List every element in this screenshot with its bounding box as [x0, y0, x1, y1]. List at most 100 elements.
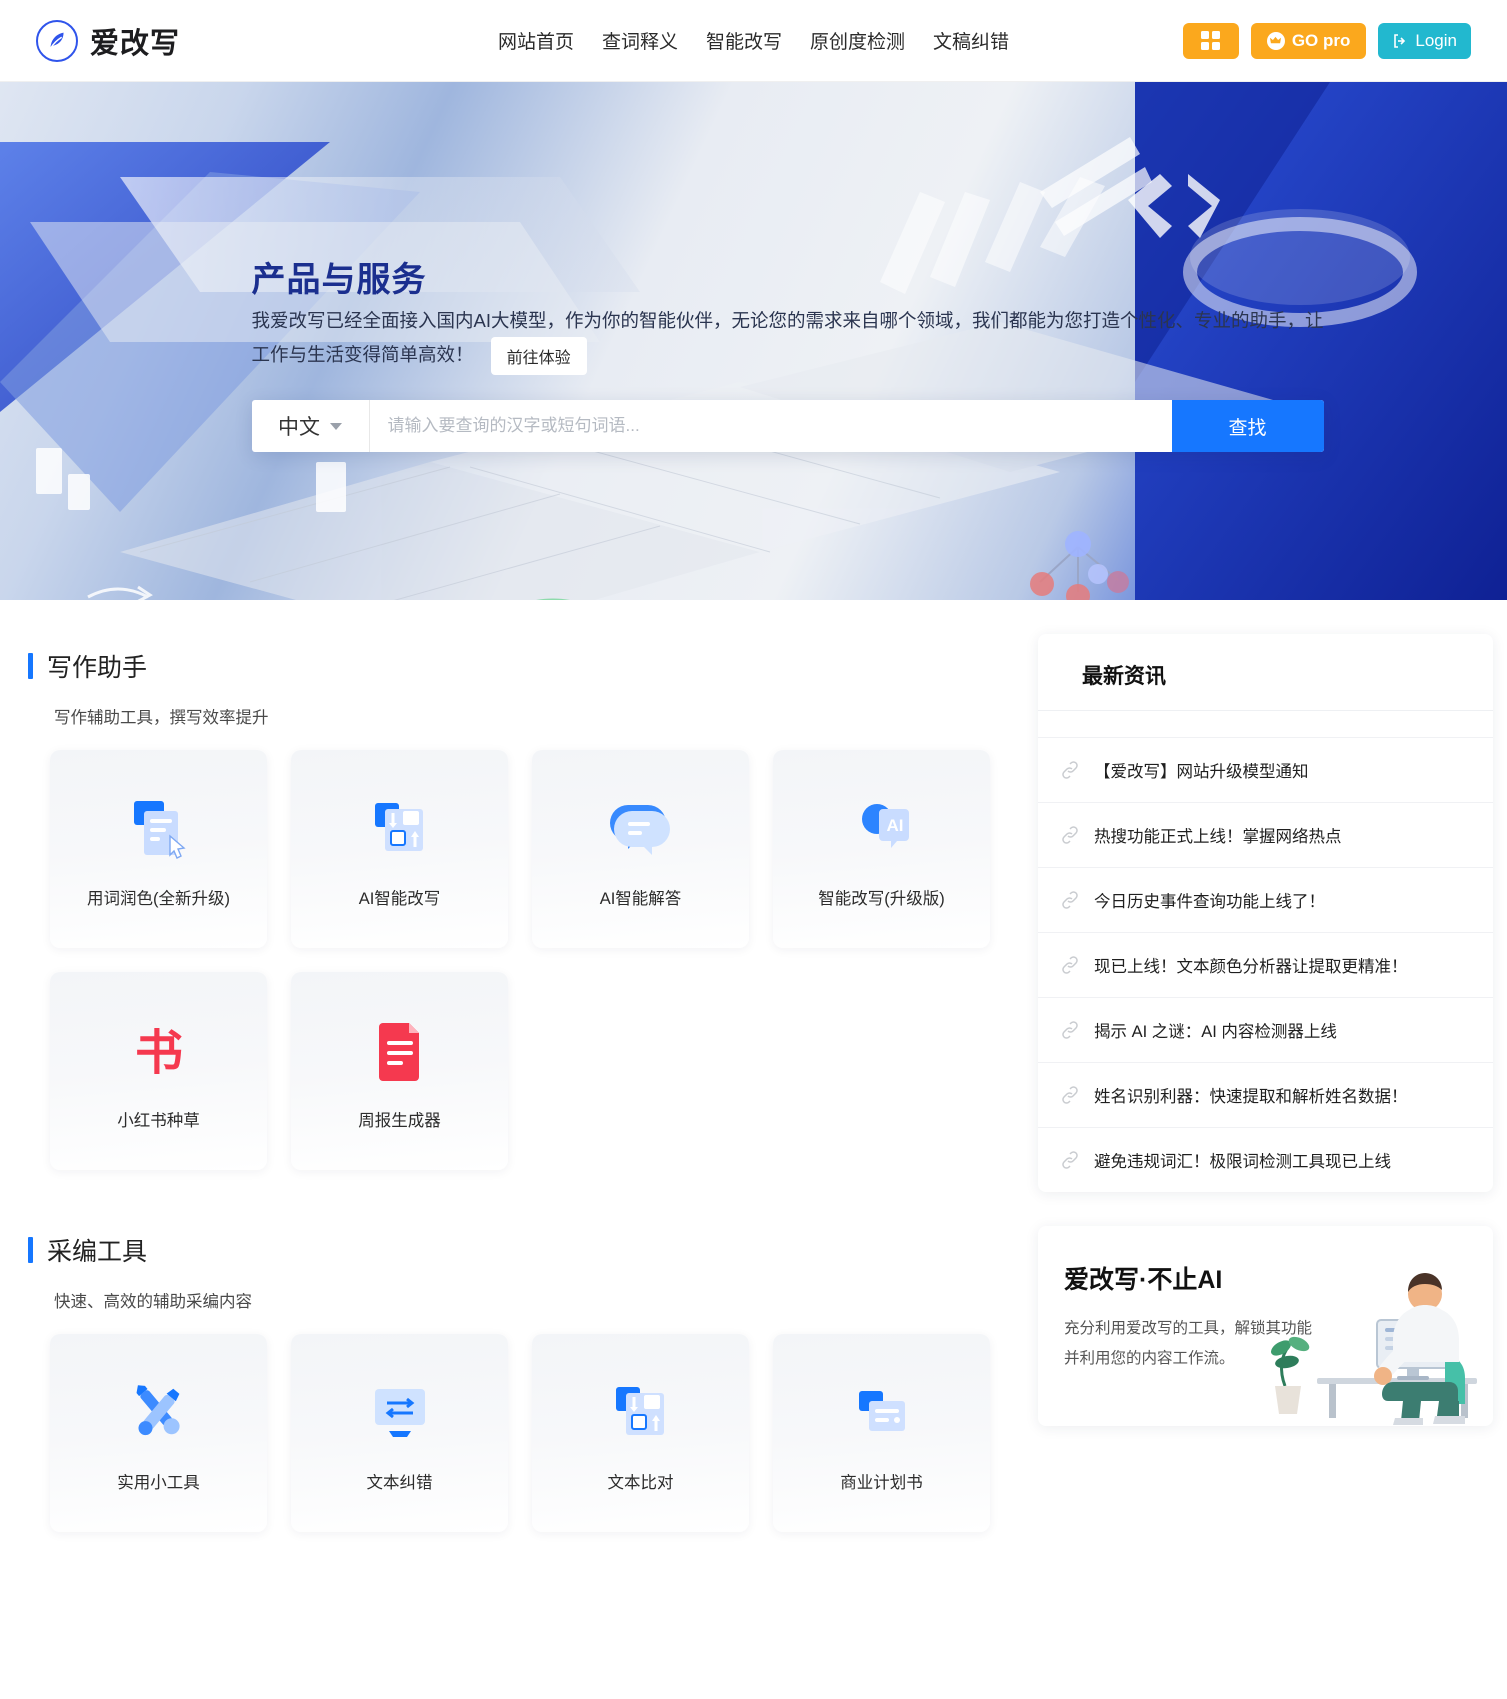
news-item-label: 热搜功能正式上线！掌握网络热点	[1094, 828, 1342, 846]
person-at-desk-illustration	[1257, 1236, 1487, 1426]
card-grid-writing: 用词润色(全新升级) AI智能改写 AI智能解答 AI 智能改写(升级版) 书 …	[50, 750, 1004, 1170]
news-panel: 最新资讯 【爱改写】网站升级模型通知 热搜功能正式上线！掌握网络热点 今日历史事…	[1038, 634, 1493, 1192]
section-subtitle-editing: 快速、高效的辅助采编内容	[54, 1293, 252, 1311]
go-pro-label: GO pro	[1291, 30, 1351, 50]
monitor-swap-icon	[361, 1373, 439, 1451]
news-item-label: 姓名识别利器：快速提取和解析姓名数据！	[1094, 1088, 1408, 1106]
link-chain-icon	[1060, 890, 1080, 910]
news-item-label: 揭示 AI 之谜：AI 内容检测器上线	[1094, 1023, 1337, 1041]
tool-card-label: 文本比对	[607, 1474, 674, 1492]
tool-card-text-correction[interactable]: 文本纠错	[291, 1334, 508, 1532]
search-input[interactable]	[369, 400, 1172, 452]
section-header-writing: 写作助手	[28, 648, 1004, 684]
link-chain-icon	[1060, 1020, 1080, 1040]
section-accent-bar	[28, 1237, 33, 1263]
news-item[interactable]: 避免违规词汇！极限词检测工具现已上线	[1038, 1127, 1493, 1192]
search-button[interactable]: 查找	[1171, 400, 1324, 452]
tool-card-utilities[interactable]: 实用小工具	[50, 1334, 267, 1532]
report-document-icon	[361, 1011, 439, 1089]
nav-item-proofread[interactable]: 文稿纠错	[933, 27, 1009, 54]
hero-description: 我爱改写已经全面接入国内AI大模型，作为你的智能伙伴，无论您的需求来自哪个领域，…	[251, 310, 1324, 365]
news-panel-title: 最新资讯	[1038, 634, 1493, 711]
apps-grid-button[interactable]	[1182, 22, 1239, 59]
site-header: 爱改写 网站首页 查词释义 智能改写 原创度检测 文稿纠错 GO pro Log…	[0, 0, 1507, 82]
news-panel-spacer	[1038, 711, 1493, 737]
promo-card[interactable]: 爱改写·不止AI 充分利用爱改写的工具，解锁其功能并利用您的内容工作流。	[1038, 1226, 1493, 1426]
chat-bubble-icon	[602, 789, 680, 867]
tool-card-ai-rewrite-pro[interactable]: AI 智能改写(升级版)	[773, 750, 990, 948]
tool-card-label: 实用小工具	[117, 1474, 200, 1492]
news-item[interactable]: 热搜功能正式上线！掌握网络热点	[1038, 802, 1493, 867]
tool-card-weekly-report[interactable]: 周报生成器	[291, 972, 508, 1170]
section-accent-bar	[28, 653, 33, 679]
news-item-label: 今日历史事件查询功能上线了！	[1094, 893, 1325, 911]
go-pro-button[interactable]: GO pro	[1250, 22, 1367, 59]
hero-content: 产品与服务 我爱改写已经全面接入国内AI大模型，作为你的智能伙伴，无论您的需求来…	[104, 82, 1404, 600]
hero-search-bar: 中文 查找	[251, 400, 1324, 452]
nav-item-rewrite[interactable]: 智能改写	[706, 27, 782, 54]
page-body: 写作助手 写作辅助工具，撰写效率提升 用词润色(全新升级) AI智能改写 AI智…	[0, 600, 1507, 1582]
xiaohongshu-book-icon: 书	[120, 1011, 198, 1089]
rewrite-arrows-icon	[361, 789, 439, 867]
news-item-label: 【爱改写】网站升级模型通知	[1094, 763, 1309, 781]
tool-card-business-plan[interactable]: 商业计划书	[773, 1334, 990, 1532]
section-title-writing: 写作助手	[47, 654, 148, 682]
news-item[interactable]: 今日历史事件查询功能上线了！	[1038, 867, 1493, 932]
nav-item-originality[interactable]: 原创度检测	[810, 27, 905, 54]
hero-banner: 产品与服务 我爱改写已经全面接入国内AI大模型，作为你的智能伙伴，无论您的需求来…	[0, 82, 1507, 600]
login-arrow-icon	[1394, 33, 1406, 48]
tool-card-polish[interactable]: 用词润色(全新升级)	[50, 750, 267, 948]
hero-title: 产品与服务	[251, 261, 427, 299]
link-chain-icon	[1060, 760, 1080, 780]
section-subtitle-writing: 写作辅助工具，撰写效率提升	[54, 709, 269, 727]
link-chain-icon	[1060, 955, 1080, 975]
crown-icon	[1266, 31, 1285, 50]
link-chain-icon	[1060, 1150, 1080, 1170]
hero-cta-button[interactable]: 前往体验	[490, 337, 587, 375]
login-label: Login	[1415, 30, 1457, 50]
tools-column: 写作助手 写作辅助工具，撰写效率提升 用词润色(全新升级) AI智能改写 AI智…	[14, 634, 1004, 1532]
business-plan-icon	[843, 1373, 921, 1451]
news-item-label: 现已上线！文本颜色分析器让提取更精准！	[1094, 958, 1408, 976]
main-nav: 网站首页 查词释义 智能改写 原创度检测 文稿纠错	[498, 27, 1009, 54]
news-item[interactable]: 现已上线！文本颜色分析器让提取更精准！	[1038, 932, 1493, 997]
language-select-value: 中文	[278, 416, 320, 439]
tool-card-ai-answer[interactable]: AI智能解答	[532, 750, 749, 948]
section-header-editing: 采编工具	[28, 1232, 1004, 1268]
link-chain-icon	[1060, 825, 1080, 845]
feather-logo-icon	[36, 19, 78, 62]
login-button[interactable]: Login	[1378, 22, 1471, 59]
news-item[interactable]: 【爱改写】网站升级模型通知	[1038, 737, 1493, 802]
document-cursor-icon	[120, 789, 198, 867]
tool-card-label: AI智能改写	[358, 890, 441, 908]
wrench-screwdriver-icon	[120, 1373, 198, 1451]
sidebar-column: 最新资讯 【爱改写】网站升级模型通知 热搜功能正式上线！掌握网络热点 今日历史事…	[1038, 634, 1493, 1426]
compare-arrows-icon	[602, 1373, 680, 1451]
tool-card-text-compare[interactable]: 文本比对	[532, 1334, 749, 1532]
tool-card-label: AI智能解答	[599, 890, 682, 908]
tool-card-xiaohongshu[interactable]: 书 小红书种草	[50, 972, 267, 1170]
tool-card-label: 文本纠错	[366, 1474, 433, 1492]
brand-logo[interactable]: 爱改写	[36, 19, 180, 62]
nav-item-home[interactable]: 网站首页	[498, 27, 574, 54]
tool-card-label: 周报生成器	[358, 1112, 441, 1130]
card-grid-editing: 实用小工具 文本纠错 文本比对 商业计划书	[50, 1334, 1004, 1532]
ai-bubble-icon: AI	[843, 789, 921, 867]
news-item-label: 避免违规词汇！极限词检测工具现已上线	[1094, 1153, 1391, 1171]
tool-card-ai-rewrite[interactable]: AI智能改写	[291, 750, 508, 948]
section-title-editing: 采编工具	[47, 1238, 148, 1266]
svg-text:AI: AI	[886, 816, 903, 835]
tool-card-label: 用词润色(全新升级)	[87, 890, 230, 908]
news-item[interactable]: 揭示 AI 之谜：AI 内容检测器上线	[1038, 997, 1493, 1062]
svg-text:书: 书	[134, 1027, 182, 1080]
tool-card-label: 智能改写(升级版)	[818, 890, 945, 908]
tool-card-label: 商业计划书	[840, 1474, 923, 1492]
apps-grid-icon	[1201, 31, 1221, 50]
nav-item-dictionary[interactable]: 查词释义	[602, 27, 678, 54]
news-item[interactable]: 姓名识别利器：快速提取和解析姓名数据！	[1038, 1062, 1493, 1127]
link-chain-icon	[1060, 1085, 1080, 1105]
header-actions: GO pro Login	[1182, 22, 1471, 59]
language-select[interactable]: 中文	[252, 400, 370, 452]
chevron-down-icon	[330, 422, 342, 430]
tool-card-label: 小红书种草	[117, 1112, 200, 1130]
